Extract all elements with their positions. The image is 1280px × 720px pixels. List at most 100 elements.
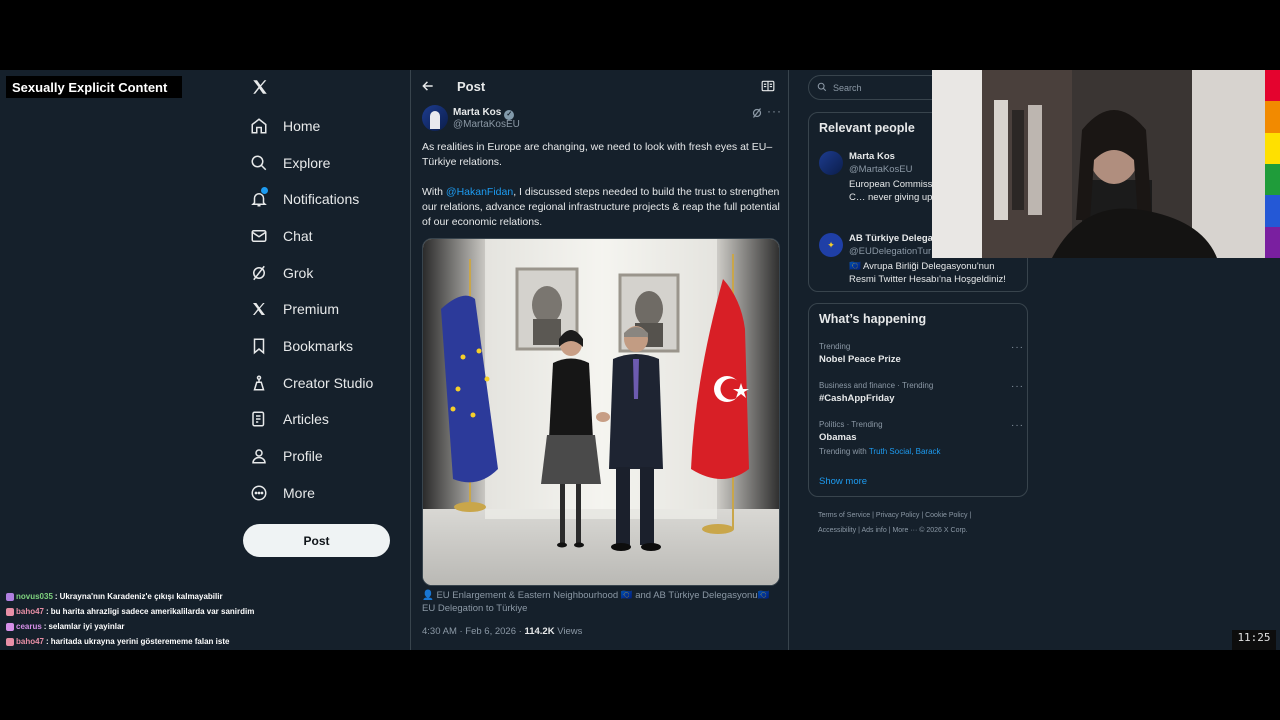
post-text-prefix: With — [422, 186, 446, 198]
relevant-people-title: Relevant people — [819, 121, 915, 135]
post-button[interactable]: Post — [243, 524, 390, 557]
person-tag-icon: 👤 — [422, 590, 437, 601]
stream-clock: 11:25 — [1232, 630, 1276, 650]
avatar[interactable] — [819, 151, 843, 175]
trend-category: Trending — [819, 342, 851, 351]
chat-text: selamlar iyi yayinlar — [48, 622, 125, 631]
mention-link[interactable]: @HakanFidan — [446, 186, 513, 198]
views-count: 114.2K — [524, 626, 555, 637]
x-logo-icon — [249, 299, 269, 319]
chat-message: cearus: selamlar iyi yayinlar — [6, 619, 306, 634]
trend-item[interactable]: Business and finance · Trending #CashApp… — [819, 381, 1024, 404]
stream-chat: novus035: Ukrayna'nın Karadeniz'e çıkışı… — [6, 589, 306, 649]
person-handle: @EUDelegationTur… — [849, 246, 941, 257]
author-avatar[interactable] — [422, 105, 448, 131]
mail-icon — [249, 226, 269, 246]
more-circle-icon — [249, 483, 269, 503]
search-icon — [249, 153, 269, 173]
trending-with-prefix: Trending with — [819, 447, 869, 456]
back-arrow-icon[interactable] — [421, 79, 435, 97]
nav-label-grok: Grok — [283, 265, 314, 281]
x-logo-icon[interactable] — [251, 78, 271, 98]
articles-icon — [249, 409, 269, 429]
trending-with: Trending with Truth Social, Barack — [819, 447, 1024, 456]
person-name[interactable]: Marta Kos — [849, 151, 895, 162]
chat-username: baho47 — [16, 637, 45, 646]
post-timestamp[interactable]: 4:30 AM · Feb 6, 2026 · — [422, 626, 524, 637]
nav-item-articles[interactable]: Articles — [249, 405, 329, 433]
home-icon — [249, 116, 269, 136]
more-options-icon[interactable]: ··· — [1011, 342, 1024, 353]
nav-item-grok[interactable]: Grok — [249, 259, 313, 287]
person-name[interactable]: AB Türkiye Delega… — [849, 233, 942, 244]
nav-item-more[interactable]: More — [249, 479, 315, 507]
whats-happening-title: What’s happening — [819, 312, 927, 326]
person-bio: 🇪🇺 Avrupa Birliği Delegasyonu'nun Resmi … — [849, 261, 1006, 285]
trend-name: #CashAppFriday — [819, 393, 895, 404]
tagged-accounts-text: EU Enlargement & Eastern Neighbourhood 🇪… — [422, 590, 770, 614]
post-photo[interactable] — [422, 238, 780, 586]
page-title: Post — [457, 79, 486, 94]
post-paragraph: With @HakanFidan, I discussed steps need… — [422, 185, 780, 230]
content-warning-label: Sexually Explicit Content — [6, 76, 182, 98]
nav-label-bookmarks: Bookmarks — [283, 338, 354, 354]
chat-text: Ukrayna'nın Karadeniz'e çıkışı kalmayabi… — [59, 592, 223, 601]
nav-item-explore[interactable]: Explore — [249, 149, 330, 177]
stream-frame: Sexually Explicit Content Home Explore N… — [0, 70, 1280, 650]
more-options-icon[interactable]: ··· — [1011, 420, 1024, 431]
whats-happening-panel: What’s happening Trending Nobel Peace Pr… — [808, 303, 1028, 497]
reader-mode-icon[interactable] — [761, 79, 775, 97]
grok-icon — [249, 263, 269, 283]
person-icon — [249, 446, 269, 466]
creator-studio-icon — [249, 373, 269, 393]
chat-username: baho47 — [16, 607, 45, 616]
author-name-text: Marta Kos — [453, 107, 502, 118]
trend-category: Business and finance · Trending — [819, 381, 934, 390]
user-badge-icon — [6, 622, 14, 631]
post-header: Post — [411, 70, 789, 104]
eu-flag-avatar[interactable]: ✦ — [819, 233, 843, 257]
trend-category: Politics · Trending — [819, 420, 883, 429]
tagged-accounts[interactable]: 👤 EU Enlargement & Eastern Neighbourhood… — [422, 589, 780, 615]
chat-text: bu harita ahrazligi sadece amerikalilard… — [50, 607, 255, 616]
post-meta: 4:30 AM · Feb 6, 2026 · 114.2K Views — [422, 626, 582, 637]
post-text: As realities in Europe are changing, we … — [422, 140, 780, 245]
chat-message: baho47: bu harita ahrazligi sadece ameri… — [6, 604, 306, 619]
grok-icon[interactable] — [751, 106, 763, 124]
nav-label-articles: Articles — [283, 411, 329, 427]
search-placeholder: Search — [833, 82, 862, 93]
more-options-icon[interactable]: ··· — [1011, 381, 1024, 392]
chat-separator: : — [46, 637, 49, 646]
author-handle[interactable]: @MartaKosEU — [453, 119, 520, 130]
chat-username: cearus — [16, 622, 42, 631]
more-options-icon[interactable]: ··· — [767, 104, 782, 118]
nav-label-creator-studio: Creator Studio — [283, 375, 374, 391]
footer-row[interactable]: Accessibility | Ads info | More ··· © 20… — [818, 523, 1018, 538]
footer-row[interactable]: Terms of Service | Privacy Policy | Cook… — [818, 508, 1018, 523]
post-detail-column: Post Marta Kos ✓ @MartaKosEU ··· As reali… — [410, 70, 789, 650]
nav-item-home[interactable]: Home — [249, 112, 320, 140]
webcam-feed — [932, 70, 1265, 258]
nav-label-notifications: Notifications — [283, 191, 360, 207]
nav-item-premium[interactable]: Premium — [249, 295, 339, 323]
nav-label-premium: Premium — [283, 301, 340, 317]
nav-item-profile[interactable]: Profile — [249, 442, 323, 470]
trend-item[interactable]: Politics · Trending Obamas Trending with… — [819, 420, 1024, 456]
search-icon — [817, 79, 827, 97]
trending-with-links[interactable]: Truth Social, Barack — [869, 447, 941, 456]
nav-item-chat[interactable]: Chat — [249, 222, 313, 250]
nav-item-creator-studio[interactable]: Creator Studio — [249, 369, 373, 397]
show-more-link[interactable]: Show more — [819, 476, 867, 487]
user-badge-icon — [6, 592, 14, 601]
user-badge-icon — [6, 637, 14, 646]
trend-item[interactable]: Trending Nobel Peace Prize ··· — [819, 342, 1024, 365]
bell-icon — [249, 186, 269, 209]
nav-label-profile: Profile — [283, 448, 323, 464]
bookmark-icon — [249, 336, 269, 356]
chat-separator: : — [43, 622, 47, 631]
nav-item-bookmarks[interactable]: Bookmarks — [249, 332, 353, 360]
nav-item-notifications[interactable]: Notifications — [249, 185, 359, 213]
chat-message: novus035: Ukrayna'nın Karadeniz'e çıkışı… — [6, 589, 306, 604]
notification-badge — [260, 186, 269, 195]
nav-label-explore: Explore — [283, 155, 331, 171]
